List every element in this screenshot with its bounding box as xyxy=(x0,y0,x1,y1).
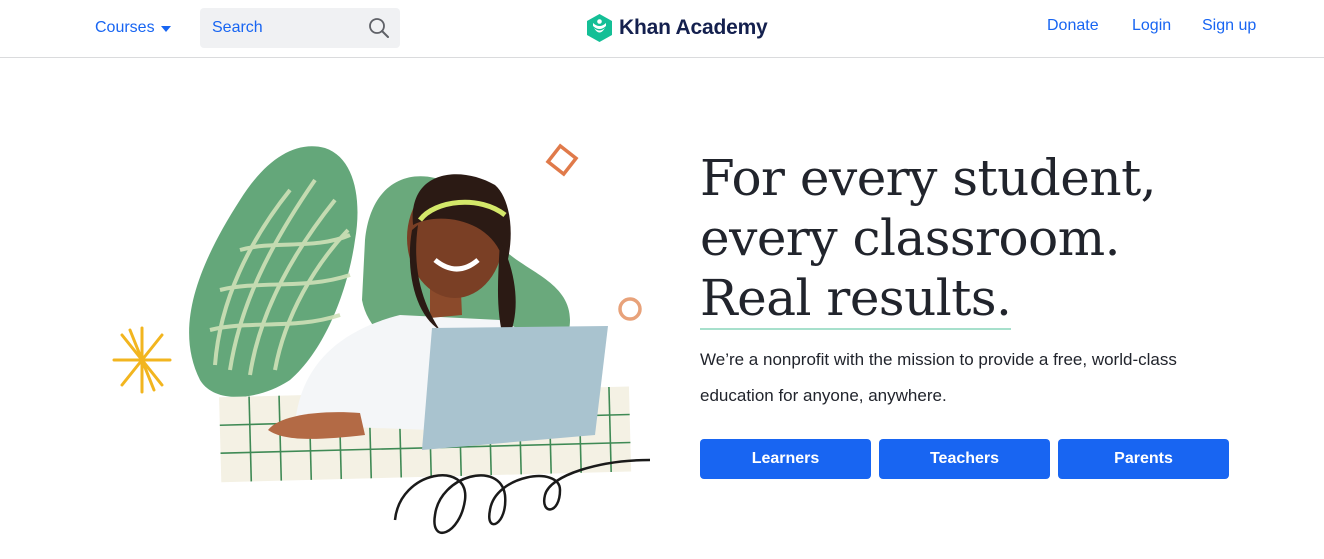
mission-text-line-2: education for anyone, anywhere. xyxy=(700,386,947,405)
laptop xyxy=(422,326,608,450)
donate-link[interactable]: Donate xyxy=(1047,17,1099,35)
parents-button[interactable]: Parents xyxy=(1058,439,1229,479)
hero-mission-text: We’re a nonprofit with the mission to pr… xyxy=(700,342,1240,414)
mission-text-line-1: We’re a nonprofit with the mission to pr… xyxy=(700,350,1177,369)
teachers-button[interactable]: Teachers xyxy=(879,439,1050,479)
hero-illustration xyxy=(112,143,651,534)
headline-line-2: every classroom. xyxy=(700,209,1121,267)
khan-academy-logo-icon xyxy=(587,14,612,42)
headline-line-3: Real results. xyxy=(700,268,1012,330)
chevron-down-icon xyxy=(160,26,171,32)
logo-text: Khan Academy xyxy=(619,16,768,39)
yellow-star-spark xyxy=(112,326,172,394)
orange-ring-shape xyxy=(618,297,642,321)
search-icon[interactable] xyxy=(368,17,390,39)
top-navigation-bar: Courses Khan Academy Donate Login Sign u… xyxy=(0,0,1324,58)
headline-line-1: For every student, xyxy=(700,149,1157,207)
search-input[interactable] xyxy=(210,18,360,38)
courses-menu-button[interactable]: Courses xyxy=(95,16,171,40)
khan-academy-logo[interactable]: Khan Academy xyxy=(586,13,768,43)
learners-button[interactable]: Learners xyxy=(700,439,871,479)
search-box[interactable] xyxy=(200,8,400,48)
courses-label: Courses xyxy=(95,19,155,36)
login-link[interactable]: Login xyxy=(1132,17,1171,35)
hero-headline: For every student, every classroom. Real… xyxy=(700,148,1157,330)
signup-link[interactable]: Sign up xyxy=(1202,17,1256,35)
orange-diamond-shape xyxy=(545,143,579,177)
